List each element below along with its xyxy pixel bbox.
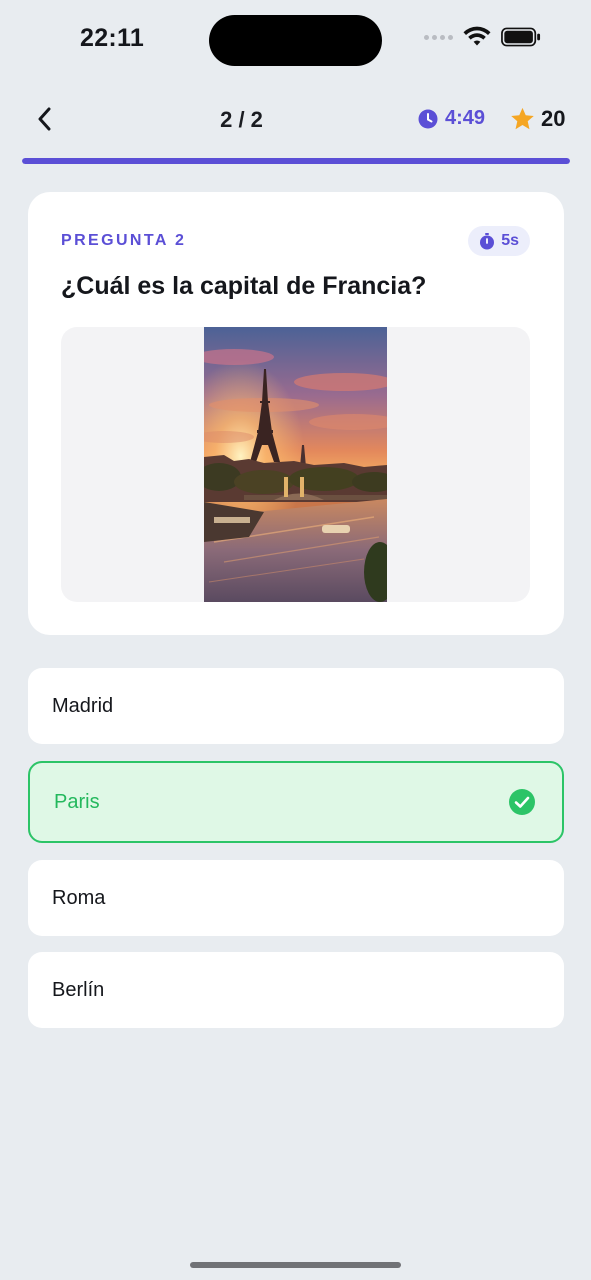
- question-progress: 2 / 2: [220, 107, 263, 132]
- check-circle-icon: [509, 789, 535, 815]
- answer-option-madrid[interactable]: Madrid: [28, 668, 564, 744]
- status-bar: 22:11: [0, 0, 591, 80]
- question-image-frame: [61, 327, 530, 602]
- answer-option-label: Paris: [54, 790, 100, 813]
- quiz-header: 2 / 2 4:49 20: [0, 94, 591, 146]
- star-icon: [511, 107, 534, 130]
- question-time-value: 5s: [501, 232, 519, 249]
- question-time-badge: 5s: [468, 226, 530, 256]
- points-value: 20: [541, 106, 566, 131]
- answer-option-roma[interactable]: Roma: [28, 860, 564, 936]
- status-time: 22:11: [80, 24, 145, 52]
- stopwatch-icon: [480, 232, 495, 249]
- home-indicator: [190, 1262, 401, 1268]
- answer-option-label: Madrid: [52, 694, 114, 717]
- quiz-progress-bar: [22, 158, 570, 164]
- question-number: PREGUNTA 2: [61, 232, 187, 249]
- eiffel-tower-photo: [204, 327, 387, 602]
- answer-option-paris[interactable]: Paris: [28, 761, 564, 843]
- quiz-progress-fill: [22, 158, 570, 164]
- cellular-signal-icon: [424, 34, 453, 40]
- timer-value: 4:49: [445, 107, 486, 129]
- quiz-timer: 4:49: [418, 107, 485, 130]
- wifi-icon: [463, 26, 491, 46]
- question-text: ¿Cuál es la capital de Francia?: [61, 272, 427, 300]
- question-card: PREGUNTA 2 5s ¿Cuál es la capital de Fra…: [28, 192, 564, 635]
- clock-icon: [418, 109, 438, 128]
- score: 20: [510, 106, 565, 132]
- answer-option-label: Roma: [52, 886, 106, 909]
- answer-option-berlin[interactable]: Berlín: [28, 952, 564, 1028]
- status-icons: [424, 26, 541, 48]
- answer-option-label: Berlín: [52, 978, 105, 1001]
- dynamic-island: [209, 15, 382, 66]
- battery-icon: [501, 27, 541, 47]
